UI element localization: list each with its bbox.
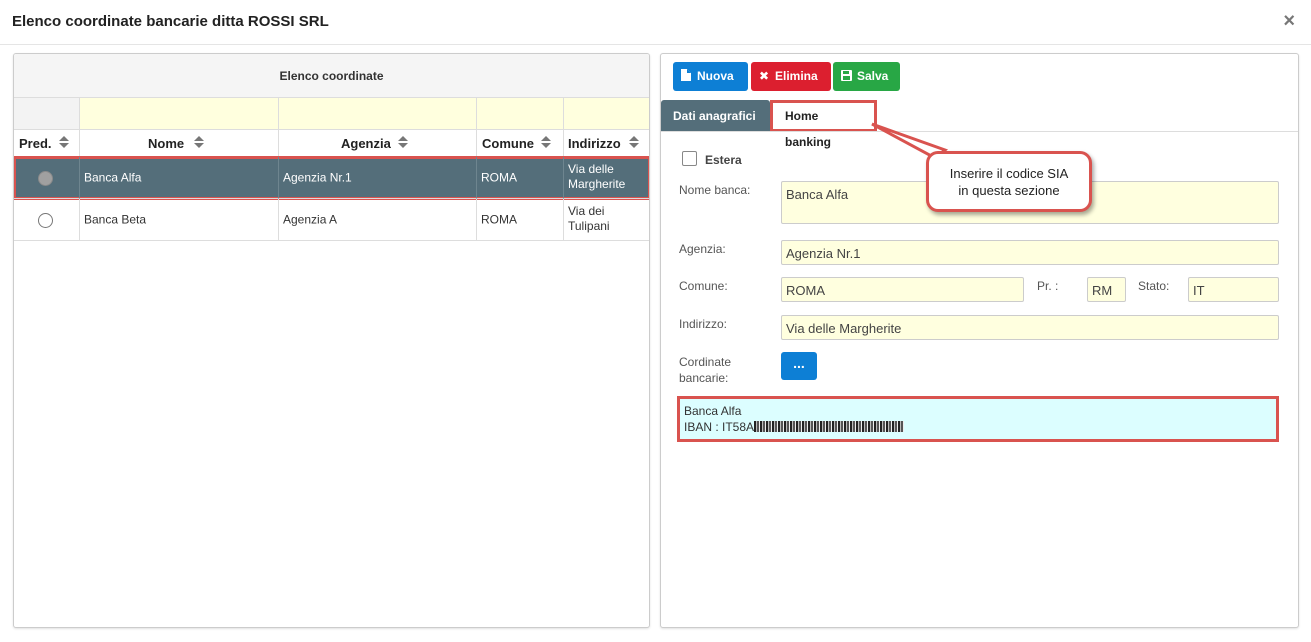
nome-cell: Banca Alfa (80, 157, 279, 199)
pred-cell (14, 199, 80, 241)
col-pred-label: Pred. (19, 136, 52, 151)
provincia-label: Pr. : (1037, 279, 1059, 293)
agenzia-cell: Agenzia A (279, 199, 477, 241)
pred-cell (14, 157, 80, 199)
floppy-icon (841, 62, 852, 91)
filter-agenzia-input[interactable] (279, 98, 477, 130)
agenzia-cell: Agenzia Nr.1 (279, 157, 477, 199)
col-nome[interactable]: Nome (80, 130, 279, 156)
sort-icon[interactable] (541, 136, 551, 150)
sort-icon[interactable] (59, 136, 69, 150)
dialog-header: Elenco coordinate bancarie ditta ROSSI S… (0, 0, 1311, 45)
detail-panel: Nuova ✖ Elimina Salva Dati anagrafici Ho… (660, 53, 1299, 628)
filter-row (14, 98, 649, 130)
close-icon[interactable]: × (1283, 10, 1295, 33)
col-comune-label: Comune (482, 136, 534, 151)
redacted-iban (754, 421, 905, 432)
col-indirizzo-label: Indirizzo (568, 136, 621, 151)
sort-icon[interactable] (398, 136, 408, 150)
list-heading: Elenco coordinate (14, 54, 649, 98)
indirizzo-cell: Via dei Tulipani (564, 199, 649, 241)
agenzia-label: Agenzia: (679, 242, 726, 256)
header-row: Pred. Nome Agenzia Comune Indirizzo (14, 130, 649, 157)
stato-field[interactable]: IT (1188, 277, 1279, 302)
comune-field[interactable]: ROMA (781, 277, 1024, 302)
agenzia-field[interactable]: Agenzia Nr.1 (781, 240, 1279, 265)
col-nome-label: Nome (148, 136, 185, 151)
filter-comune-input[interactable] (477, 98, 564, 130)
bank-list-panel: Elenco coordinate Pred. Nome Agenzia Com… (13, 53, 650, 628)
file-icon (681, 62, 691, 91)
sort-icon[interactable] (629, 136, 639, 150)
bank-grid: Pred. Nome Agenzia Comune Indirizzo Banc… (14, 98, 649, 241)
filter-pred (14, 98, 80, 130)
estera-checkbox[interactable] (682, 151, 697, 166)
delete-button[interactable]: ✖ Elimina (751, 62, 831, 91)
table-row[interactable]: Banca Beta Agenzia A ROMA Via dei Tulipan… (14, 199, 649, 241)
comune-cell: ROMA (477, 199, 564, 241)
col-agenzia-label: Agenzia (341, 136, 391, 151)
tab-divider (661, 131, 1298, 132)
filter-indirizzo-input[interactable] (564, 98, 649, 130)
estera-label: Estera (705, 153, 742, 167)
col-indirizzo[interactable]: Indirizzo (564, 130, 649, 156)
nome-cell: Banca Beta (80, 199, 279, 241)
col-pred[interactable]: Pred. (14, 130, 80, 156)
comune-label: Comune: (679, 279, 728, 293)
indirizzo-cell: Via delle Margherite (564, 157, 649, 199)
indirizzo-label: Indirizzo: (679, 317, 728, 331)
tab-home-banking[interactable]: Home banking (770, 100, 877, 149)
bank-coordinates-button[interactable]: ... (781, 352, 817, 380)
filter-nome-input[interactable] (80, 98, 279, 130)
callout-note: Inserire il codice SIA in questa sezione (926, 151, 1092, 212)
nome-banca-label: Nome banca: (679, 183, 751, 197)
tab-dati-anagrafici[interactable]: Dati anagrafici (661, 100, 770, 132)
cordinate-label: Cordinate bancarie: (679, 355, 732, 385)
col-agenzia[interactable]: Agenzia (279, 130, 477, 156)
stato-label: Stato: (1138, 279, 1170, 293)
table-row[interactable]: Banca Alfa Agenzia Nr.1 ROMA Via delle Ma… (14, 156, 649, 200)
comune-cell: ROMA (477, 157, 564, 199)
default-radio[interactable] (38, 213, 53, 228)
provincia-field[interactable]: RM (1087, 277, 1126, 302)
default-radio[interactable] (38, 171, 53, 186)
close-icon: ✖ (759, 69, 770, 83)
sort-icon[interactable] (194, 136, 204, 150)
dialog-title: Elenco coordinate bancarie ditta ROSSI S… (12, 13, 329, 30)
bank-summary-textarea[interactable]: Banca Alfa IBAN : IT58A (677, 396, 1279, 442)
new-button[interactable]: Nuova (673, 62, 748, 91)
save-button[interactable]: Salva (833, 62, 900, 91)
col-comune[interactable]: Comune (477, 130, 564, 156)
indirizzo-field[interactable]: Via delle Margherite (781, 315, 1279, 340)
